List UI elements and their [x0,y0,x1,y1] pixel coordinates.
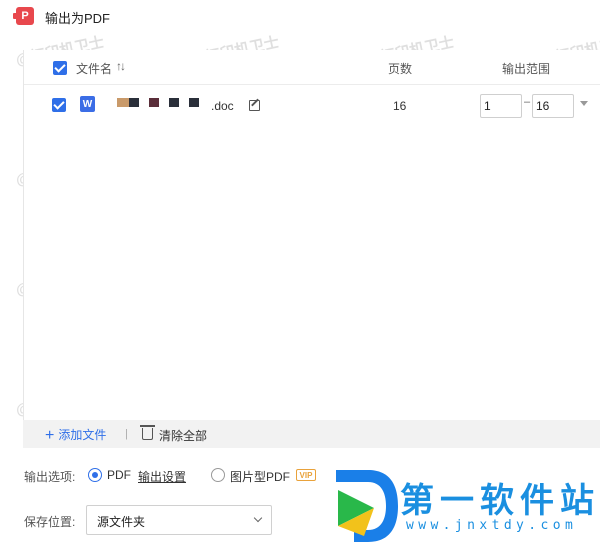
image-pdf-radio[interactable] [211,468,225,482]
save-location-select[interactable]: 源文件夹 [86,505,272,535]
file-toolbar [23,420,600,448]
output-options-label: 输出选项: [24,470,76,484]
add-file-button[interactable]: + 添加文件 [45,426,106,444]
vip-badge: VIP [296,469,316,481]
range-dash: – [524,96,531,108]
page-count: 16 [393,99,407,113]
brand-logo-icon [336,470,398,542]
brand-name: 第一软件站 [400,481,600,521]
pdf-app-icon: P [13,7,34,25]
range-to-input[interactable]: 16 [532,94,574,118]
edit-icon[interactable] [249,100,260,111]
chevron-down-icon [253,513,263,523]
pdf-option-label[interactable]: PDF [107,468,131,482]
sort-icon[interactable]: ↑↓ [116,59,126,73]
redacted-filename-block [149,98,159,107]
save-location-label: 保存位置: [24,515,76,529]
header-filename[interactable]: 文件名 [76,60,112,77]
table-header: 文件名 ↑↓ 页数 输出范围 [24,50,600,85]
redacted-filename-block [129,98,139,107]
header-pages: 页数 [388,62,413,76]
row-checkbox[interactable] [52,98,66,112]
image-pdf-option-label[interactable]: 图片型PDF [230,468,290,485]
range-from-input[interactable]: 1 [480,94,522,118]
toolbar-separator: | [125,428,128,440]
word-doc-icon-letter: W [82,98,93,110]
output-settings-link[interactable]: 输出设置 [138,468,186,485]
redacted-filename-block [169,98,179,107]
redacted-filename-block [189,98,199,107]
range-dropdown-arrow-icon[interactable] [580,101,588,106]
select-all-checkbox[interactable] [53,61,67,75]
header-range: 输出范围 [502,62,551,76]
clear-all-button[interactable]: 清除全部 [159,427,207,444]
brand-url: www.jnxtdy.com [406,518,578,533]
word-doc-icon: W [80,96,95,112]
pdf-radio[interactable] [88,468,102,482]
save-location-value: 源文件夹 [97,515,146,529]
trash-icon[interactable] [140,425,155,440]
file-name: .doc [211,99,234,113]
window-title: 输出为PDF [45,11,111,26]
title-bar: P 输出为PDF [0,0,600,34]
redacted-filename-block [117,98,129,107]
add-file-label: 添加文件 [58,428,107,442]
plus-icon: + [45,427,55,444]
